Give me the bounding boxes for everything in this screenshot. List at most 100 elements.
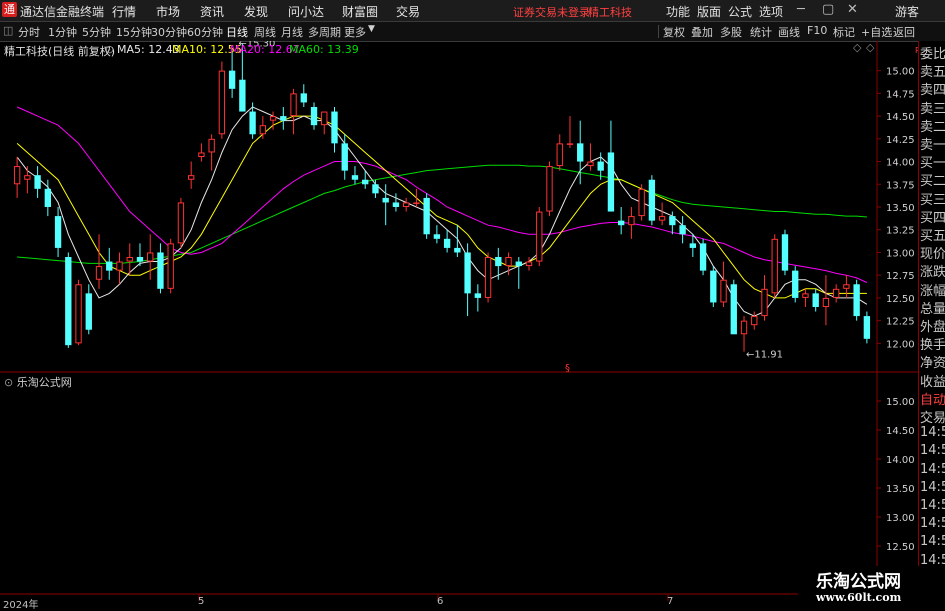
candle-body-down	[699, 243, 707, 271]
sidebar-item: 买三	[920, 192, 945, 208]
menu-caifuquan[interactable]: 财富圈	[342, 3, 378, 20]
candle-body-down	[577, 143, 584, 162]
tool-fanhui[interactable]: 返回	[893, 24, 915, 40]
sidebar-item: 14:56	[920, 461, 945, 477]
menu-jiaoyi[interactable]: 交易	[396, 3, 420, 20]
arrows-icon[interactable]: ◇	[866, 41, 874, 54]
candle-body-down	[372, 184, 379, 194]
tool-tongji[interactable]: 统计	[750, 24, 772, 40]
menu-hangqing[interactable]: 行情	[112, 3, 136, 20]
sidebar-item: 外盘	[920, 320, 945, 335]
candle	[106, 247, 113, 280]
low-price-label: ←11.91	[746, 350, 783, 361]
period-1min[interactable]: 1分钟	[48, 24, 77, 40]
menu-gongneng[interactable]: 功能	[666, 3, 690, 20]
tool-fuquan[interactable]: 复权	[663, 24, 685, 40]
expand-icon[interactable]: ◫	[3, 24, 13, 37]
sidebar-item: 收益	[920, 374, 945, 390]
diamond-icon[interactable]: ◇	[853, 41, 861, 54]
sub-y-tick-label: 12.50	[886, 542, 915, 553]
candle	[802, 288, 809, 307]
sub-y-tick-label: 13.50	[886, 484, 915, 495]
minimize-icon[interactable]: ─	[797, 2, 805, 17]
ma60-value: MA60: 13.39	[289, 43, 359, 56]
candle-body-down	[54, 216, 62, 248]
candle-body-up	[628, 216, 635, 226]
candle-body-up	[505, 257, 512, 267]
period-daily[interactable]: 日线	[226, 24, 248, 40]
sidebar-item: 现价	[920, 247, 945, 263]
tool-add-watchlist[interactable]: +自选	[861, 24, 892, 40]
close-icon[interactable]: ✕	[847, 2, 858, 17]
candle	[464, 243, 471, 317]
y-tick-label: 12.75	[886, 271, 915, 282]
tool-duogu[interactable]: 多股	[720, 24, 742, 40]
candle-body-down	[136, 257, 144, 262]
y-tick-label: 13.75	[886, 180, 915, 191]
chevron-down-icon[interactable]: ⊙	[4, 376, 13, 389]
candle	[699, 238, 707, 276]
candle	[280, 107, 287, 130]
sidebar-item: 自动	[920, 392, 945, 408]
candle	[187, 161, 195, 189]
candle-body-down	[331, 111, 338, 144]
restore-icon[interactable]: ▢	[822, 2, 834, 17]
tool-f10[interactable]: F10	[807, 24, 827, 37]
candle-body-up	[587, 161, 594, 167]
trade-login-warning[interactable]: 证券交易未登录	[513, 4, 590, 20]
candle-body-down	[792, 270, 799, 298]
period-fenshi[interactable]: 分时	[18, 24, 40, 40]
period-5min[interactable]: 5分钟	[82, 24, 111, 40]
y-tick-label: 14.75	[886, 89, 915, 100]
kline-chart[interactable]: 15.00 14.75 14.50 14.25 14.00 13.75 13.50 13.25…	[0, 41, 918, 609]
candle	[556, 134, 563, 171]
period-weekly[interactable]: 周线	[254, 24, 276, 40]
y-tick-label: 14.50	[886, 112, 915, 123]
menu-zixun[interactable]: 资讯	[200, 3, 224, 20]
candle-body-down	[362, 179, 369, 185]
settings-icon[interactable]: ⊙	[105, 43, 114, 56]
candle-body-down	[781, 234, 789, 271]
period-multi[interactable]: 多周期	[308, 24, 341, 40]
candle-body-up	[187, 175, 195, 180]
y-tick-label: 14.00	[886, 158, 915, 169]
period-30min[interactable]: 30分钟	[151, 24, 187, 40]
tool-biaoji[interactable]: 标记	[833, 24, 855, 40]
period-more[interactable]: 更多	[344, 24, 366, 40]
tool-huaxian[interactable]: 画线	[778, 24, 800, 40]
candle	[587, 143, 594, 171]
x-label-may: 5	[198, 596, 205, 607]
candle-body-up	[177, 202, 185, 244]
tool-diejia[interactable]: 叠加	[691, 24, 713, 40]
candle	[525, 257, 533, 271]
candle	[372, 179, 379, 198]
period-60min[interactable]: 60分钟	[187, 24, 223, 40]
menu-shichang[interactable]: 市场	[156, 3, 180, 20]
watermark-title: 乐淘公式网	[816, 572, 901, 592]
current-stock-name: 精工科技	[588, 6, 632, 19]
period-15min[interactable]: 15分钟	[116, 24, 152, 40]
period-monthly[interactable]: 月线	[281, 24, 303, 40]
x-label-june: 6	[437, 596, 444, 607]
candle	[167, 238, 174, 294]
sidebar-item: 14:56	[920, 479, 945, 495]
menu-gongshi[interactable]: 公式	[728, 3, 752, 20]
quote-sidebar: 委比 卖五 卖四 卖三 卖二 卖一 买一 买二 买三 买四 买五 现价 涨跌 涨幅 总量 外盘 换手 净资 收益 自动…	[918, 41, 945, 609]
user-guest[interactable]: 游客	[895, 3, 919, 20]
candle	[863, 311, 871, 344]
menu-xuanxiang[interactable]: 选项	[759, 3, 783, 20]
menu-wenxiaoda[interactable]: 问小达	[288, 3, 324, 20]
candle-body-down	[423, 197, 430, 235]
candle	[628, 207, 635, 239]
candle	[443, 229, 451, 253]
candle	[157, 243, 164, 294]
sidebar-item: 委比	[920, 47, 945, 62]
menu-banmian[interactable]: 版面	[697, 3, 721, 20]
candle-body-up	[566, 143, 574, 145]
more-dropdown-icon[interactable]: ▼	[368, 24, 375, 34]
candle-body-down	[382, 197, 389, 203]
watermark-url: www.60lt.com	[816, 591, 902, 604]
menu-faxian[interactable]: 发现	[244, 3, 268, 20]
candle-body-up	[321, 111, 328, 126]
candle-body-down	[669, 216, 676, 226]
